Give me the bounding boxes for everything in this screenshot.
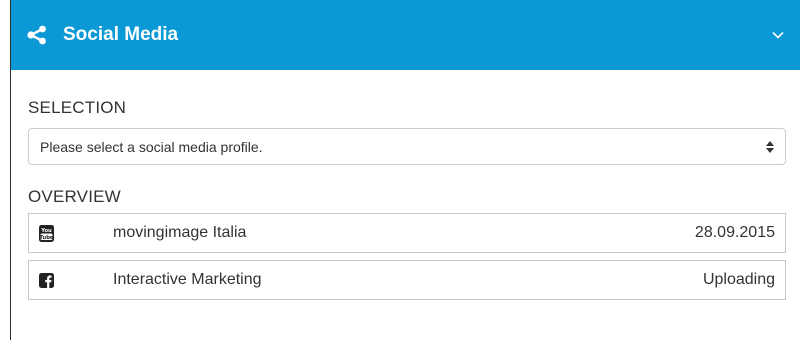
profile-status: Uploading [702, 271, 775, 288]
profile-name: movingimage Italia [113, 224, 247, 241]
profile-status: 28.09.2015 [694, 224, 775, 241]
share-icon [27, 25, 47, 45]
youtube-icon: You Tube [39, 224, 54, 242]
overview-list: You Tube movingimage Italia 28.09.2015 I… [28, 213, 786, 300]
selection-label: SELECTION [28, 98, 127, 117]
select-arrows-icon [765, 140, 775, 154]
profile-name: Interactive Marketing [113, 271, 262, 288]
svg-text:You: You [40, 228, 52, 234]
svg-text:Tube: Tube [40, 234, 54, 240]
overview-row-youtube[interactable]: You Tube movingimage Italia 28.09.2015 [28, 213, 786, 253]
social-profile-select[interactable]: Please select a social media profile. [28, 128, 786, 165]
panel-body: SELECTION Please select a social media p… [11, 98, 800, 300]
facebook-icon [39, 272, 54, 289]
overview-row-facebook[interactable]: Interactive Marketing Uploading [28, 260, 786, 300]
panel-title: Social Media [63, 24, 179, 45]
panel-header[interactable]: Social Media [11, 0, 800, 70]
select-placeholder: Please select a social media profile. [40, 138, 263, 155]
social-media-panel: Social Media SELECTION Please select a s… [10, 0, 800, 340]
overview-label: OVERVIEW [28, 187, 121, 206]
chevron-down-icon[interactable] [771, 28, 785, 42]
